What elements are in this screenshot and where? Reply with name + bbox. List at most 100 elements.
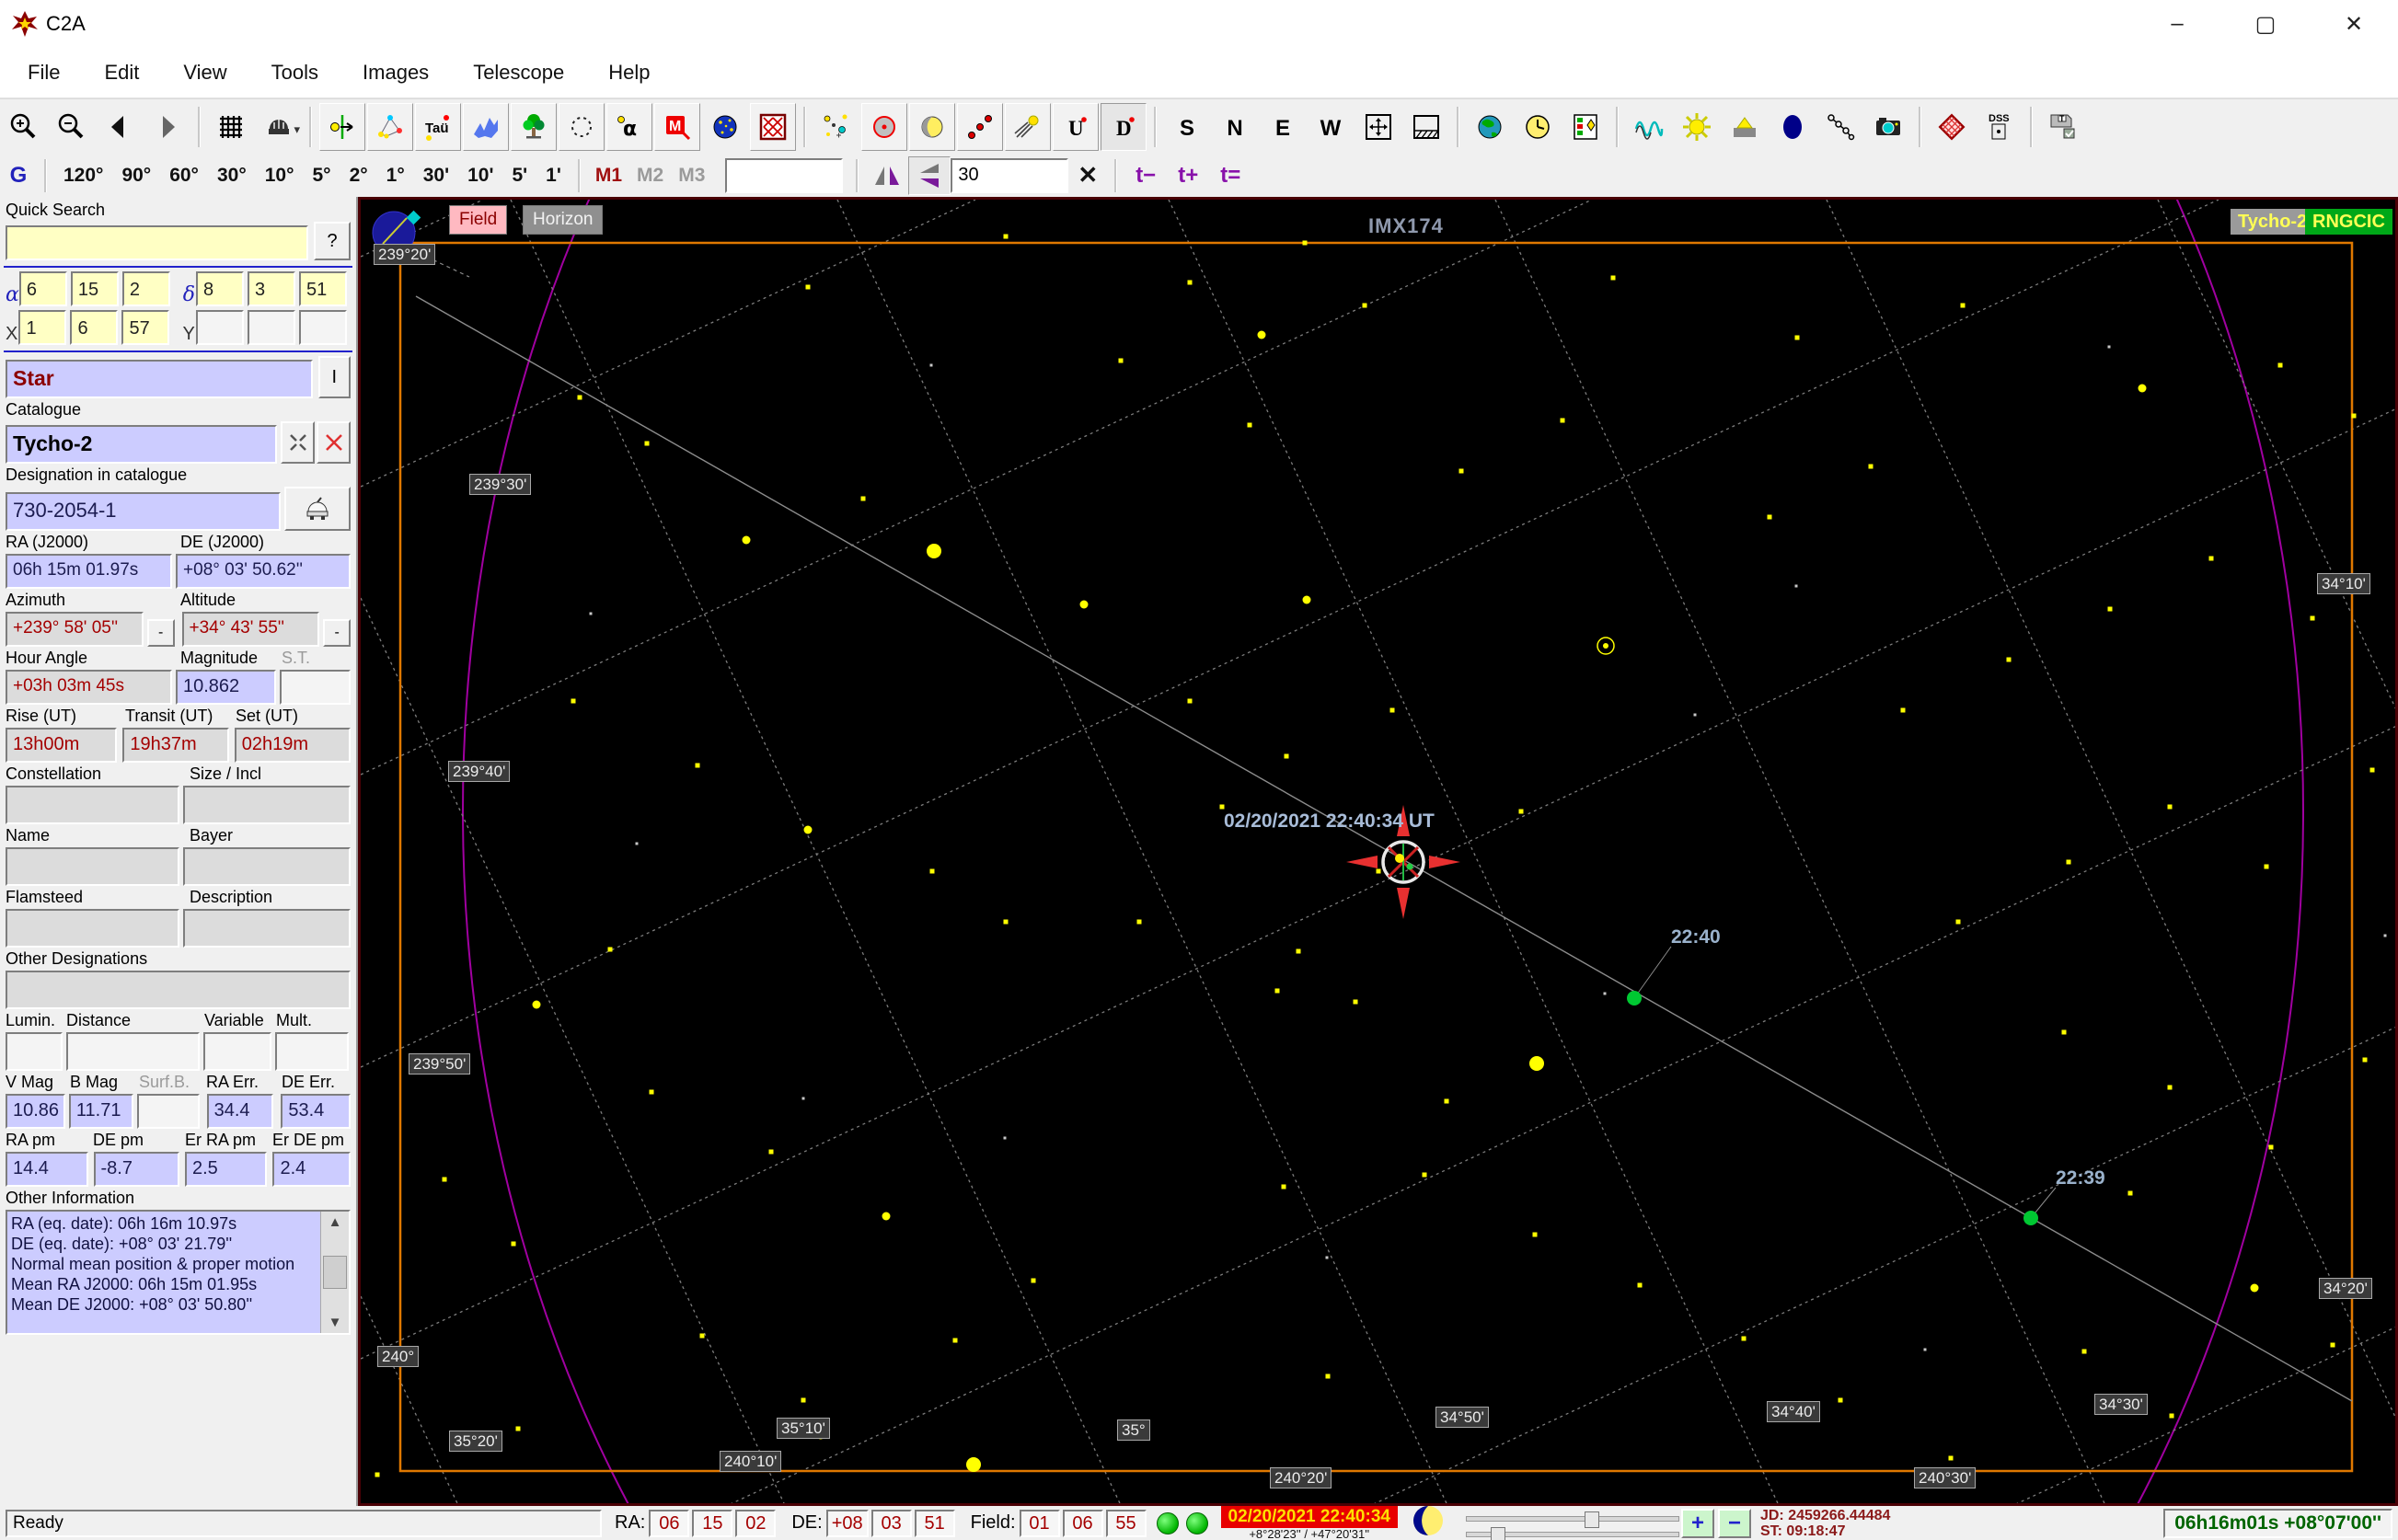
asteroids-button[interactable] [957,102,1003,151]
uranus-labels-button[interactable]: U [1053,102,1099,151]
y-coord-box-2[interactable] [299,310,347,345]
time-slider-track-2[interactable] [1465,1526,1679,1540]
clear-rotation-button[interactable]: ✕ [1068,161,1107,190]
star-points-button[interactable] [813,102,859,151]
menu-telescope[interactable]: Telescope [456,55,581,90]
zoom-out-button[interactable] [49,102,95,151]
time-slider-handle-1[interactable] [1584,1511,1599,1528]
time-step-button-2[interactable]: t= [1209,161,1251,190]
constellation-lines-button[interactable] [367,102,413,151]
x-coord-box-2[interactable] [121,310,170,345]
de-coord-box-1[interactable] [248,271,295,306]
scroll-down-icon[interactable]: ▼ [329,1312,342,1333]
fov-button-1min[interactable]: 1' [536,161,571,190]
twilight-button[interactable] [1722,102,1768,151]
time-step-button-0[interactable]: t− [1124,161,1167,190]
fov-button-5deg[interactable]: 5° [304,161,340,190]
grid-toggle-button[interactable] [208,102,254,151]
azimuth-minus-button[interactable]: - [146,619,175,647]
fov-button-60deg[interactable]: 60° [160,161,208,190]
greek-labels-button[interactable]: α [606,102,652,151]
next-view-button[interactable] [144,102,190,151]
object-info-button[interactable]: I [317,356,351,398]
dropdown-arrow-icon[interactable]: ▾ [294,122,300,137]
time-plus-button[interactable]: + [1680,1508,1714,1538]
west-button[interactable]: W [1308,102,1354,151]
memory-button-m3[interactable]: M3 [671,161,712,190]
grid-g-button[interactable]: G [0,163,37,189]
earth-location-button[interactable] [1467,102,1513,151]
de-coord-box-2[interactable] [299,271,347,306]
menu-images[interactable]: Images [346,55,445,90]
previous-view-button[interactable] [97,102,143,151]
south-button[interactable]: S [1164,102,1210,151]
close-button[interactable]: ✕ [2310,11,2398,38]
planets-button[interactable] [861,102,907,151]
time-settings-button[interactable] [1515,102,1561,151]
fov-button-30deg[interactable]: 30° [208,161,256,190]
display-settings-button[interactable] [1562,102,1608,151]
dome-button[interactable]: ▾ [256,102,302,151]
flip-horizontal-button[interactable] [866,155,909,195]
telescope-save-button[interactable]: T [2040,102,2086,151]
sky-map[interactable]: 239°20' 239°30' 239°40' 239°50' 240° 35°20' 24… [358,197,2398,1506]
moon-button[interactable] [909,102,955,151]
designation-field[interactable]: 730-2054-1 [6,492,281,531]
de-coord-box-0[interactable] [196,271,244,306]
remove-frame-button[interactable] [750,102,796,151]
tab-horizon[interactable]: Horizon [523,205,604,235]
deep-sky-button[interactable] [559,102,605,151]
memory-button-m1[interactable]: M1 [588,161,629,190]
catalog-badge-rngcic[interactable]: RNGCIC [2305,209,2392,235]
menu-help[interactable]: Help [592,55,666,90]
variable-stars-button[interactable] [1626,102,1672,151]
flip-vertical-button[interactable] [908,155,951,195]
star-names-button[interactable]: Taü [415,102,461,151]
x-coord-box-1[interactable] [70,310,119,345]
tab-field[interactable]: Field [449,205,508,235]
fov-button-2deg[interactable]: 2° [340,161,377,190]
catalogue-field[interactable]: Tycho-2 [6,425,278,464]
ra-coord-box-2[interactable] [121,271,170,306]
ra-coord-box-1[interactable] [70,271,119,306]
center-object-button[interactable] [319,102,365,151]
fov-button-10deg[interactable]: 10° [256,161,304,190]
sun-button[interactable] [1674,102,1720,151]
ccd-frame-button[interactable] [1929,102,1975,151]
pan-view-button[interactable] [1355,102,1401,151]
altitude-minus-button[interactable]: - [323,619,351,647]
sky-globe-button[interactable] [702,102,748,151]
x-coord-box-0[interactable] [18,310,67,345]
minimize-button[interactable]: – [2133,11,2221,37]
north-button[interactable]: N [1212,102,1258,151]
time-slider-handle-2[interactable] [1490,1526,1505,1540]
east-button[interactable]: E [1260,102,1306,151]
messier-button[interactable]: M [654,102,700,151]
ra-coord-box-0[interactable] [18,271,67,306]
menu-view[interactable]: View [167,55,243,90]
other-information-scrollbar[interactable]: ▲ ▼ [320,1212,349,1333]
time-slider-track-1[interactable] [1465,1511,1679,1528]
night-mode-button[interactable] [1770,102,1816,151]
y-coord-box-1[interactable] [248,310,295,345]
rotation-angle-input[interactable] [951,157,1069,193]
landscape-button[interactable] [511,102,557,151]
scroll-up-icon[interactable]: ▲ [329,1212,342,1233]
fov-button-10min[interactable]: 10' [458,161,502,190]
milky-way-button[interactable] [463,102,509,151]
memory-button-m2[interactable]: M2 [629,161,671,190]
dss-image-button[interactable]: DSS [1977,102,2023,151]
maximize-button[interactable]: ▢ [2221,11,2310,38]
fov-button-90deg[interactable]: 90° [112,161,160,190]
search-help-button[interactable]: ? [314,222,351,260]
slew-telescope-button[interactable] [283,487,351,531]
object-search-input[interactable] [725,157,844,193]
scroll-thumb[interactable] [323,1256,347,1289]
y-coord-box-0[interactable] [196,310,244,345]
comets-button[interactable] [1005,102,1051,151]
catalogue-prev-button[interactable] [281,421,316,464]
camera-button[interactable] [1865,102,1911,151]
designation-labels-button[interactable]: D [1101,102,1147,151]
fov-button-120deg[interactable]: 120° [54,161,112,190]
catalogue-close-button[interactable] [317,421,351,464]
